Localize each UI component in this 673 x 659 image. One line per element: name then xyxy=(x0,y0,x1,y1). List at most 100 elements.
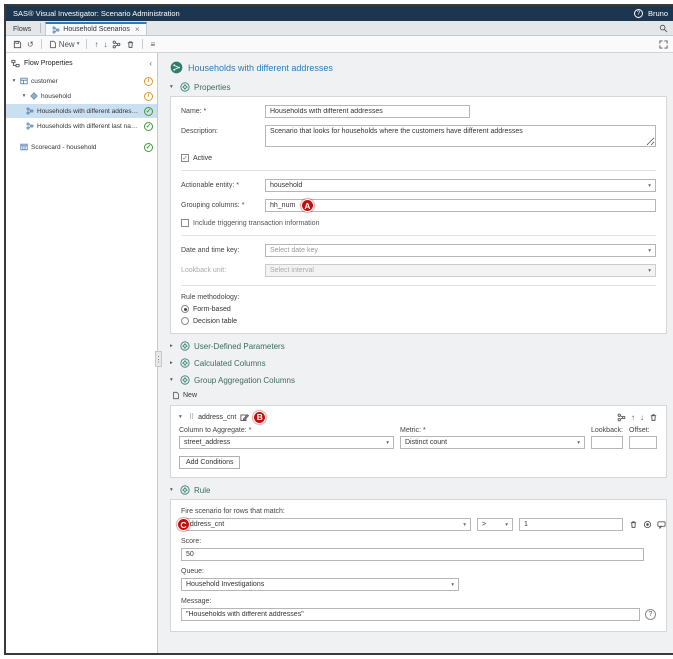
move-down-button[interactable]: ↓ xyxy=(103,40,107,49)
comment-icon[interactable] xyxy=(657,520,666,529)
column-to-aggregate-header: Column to Aggregate: * xyxy=(179,427,394,434)
radio-form-based[interactable]: Form-based xyxy=(181,305,656,313)
active-checkbox[interactable]: ✓ Active xyxy=(181,154,656,162)
chevron-down-icon: ▾ xyxy=(648,183,651,189)
search-icon[interactable] xyxy=(659,24,668,33)
new-document-icon xyxy=(172,391,180,400)
delete-condition-icon[interactable] xyxy=(629,520,638,529)
delete-button[interactable] xyxy=(126,40,135,49)
section-title: User-Defined Parameters xyxy=(194,342,285,351)
tab-household-scenarios[interactable]: Household Scenarios × xyxy=(45,22,146,35)
chevron-down-icon: ▾ xyxy=(648,268,651,274)
section-user-defined-parameters[interactable]: ▸ User-Defined Parameters xyxy=(170,341,667,351)
section-caret-icon: ▾ xyxy=(170,377,176,383)
section-group-aggregation-columns[interactable]: ▾ Group Aggregation Columns xyxy=(170,375,667,385)
message-help-icon[interactable]: ? xyxy=(645,609,656,620)
tree-item-household[interactable]: ▾ household i xyxy=(6,89,157,103)
lookback-input[interactable] xyxy=(591,436,623,449)
selected-value: address_cnt xyxy=(186,521,224,528)
rename-icon[interactable] xyxy=(240,413,249,422)
rule-operator-select[interactable]: > ▾ xyxy=(477,518,513,531)
delete-icon[interactable] xyxy=(649,413,658,422)
message-label: Message: xyxy=(181,598,656,605)
column-to-aggregate-select[interactable]: street_address ▾ xyxy=(179,436,394,449)
expand-caret-icon[interactable]: ▾ xyxy=(11,78,17,84)
tree-item-customer[interactable]: ▾ customer i xyxy=(6,74,157,88)
tree-item-label: household xyxy=(41,93,141,100)
user-name[interactable]: Bruno xyxy=(648,9,668,18)
chevron-down-icon: ▾ xyxy=(386,440,389,446)
expand-caret-icon[interactable]: ▾ xyxy=(21,93,27,99)
section-caret-icon: ▸ xyxy=(170,360,176,366)
section-calculated-columns[interactable]: ▸ Calculated Columns xyxy=(170,358,667,368)
flow-icon[interactable] xyxy=(617,413,626,422)
new-aggregation-label: New xyxy=(183,392,197,399)
selected-value: > xyxy=(482,521,486,528)
score-input[interactable] xyxy=(181,548,644,561)
tab-close-icon[interactable]: × xyxy=(135,25,140,34)
actionable-entity-select[interactable]: household ▾ xyxy=(265,179,656,192)
message-input[interactable] xyxy=(181,608,640,621)
radio-decision-table[interactable]: Decision table xyxy=(181,317,656,325)
flows-menu[interactable]: Flows xyxy=(6,26,40,35)
date-time-key-select[interactable]: Select date key ▾ xyxy=(265,244,656,257)
valid-status-icon: ✓ xyxy=(144,143,153,152)
item-caret-icon[interactable]: ▾ xyxy=(179,414,185,420)
queue-select[interactable]: Household Investigations ▾ xyxy=(181,578,459,591)
form-based-label: Form-based xyxy=(193,306,231,313)
include-triggering-checkbox[interactable]: Include triggering transaction informati… xyxy=(181,219,656,227)
tree-item-households-different-last-names[interactable]: Households with different last names ✓ xyxy=(6,119,157,133)
chevron-down-icon: ▾ xyxy=(451,582,454,588)
add-conditions-button[interactable]: Add Conditions xyxy=(179,456,240,469)
gear-circle-icon xyxy=(180,341,190,351)
new-button[interactable]: New ▾ xyxy=(49,40,80,49)
new-aggregation-button[interactable]: New xyxy=(172,391,197,400)
rule-field-select[interactable]: address_cnt ▾ xyxy=(181,518,471,531)
section-properties[interactable]: ▾ Properties xyxy=(170,82,667,92)
expand-button[interactable] xyxy=(659,40,668,49)
aggregation-item-header[interactable]: ▾ ⠿ address_cnt B ↑ ↓ xyxy=(179,409,658,425)
checkbox-unchecked-icon xyxy=(181,219,189,227)
undo-button[interactable]: ↺ xyxy=(27,40,34,49)
annotation-b-badge: B xyxy=(253,411,266,424)
save-button[interactable] xyxy=(13,40,22,49)
collapse-panel-icon[interactable]: ‹ xyxy=(149,59,152,68)
move-up-button[interactable]: ↑ xyxy=(94,40,98,49)
offset-header: Offset: xyxy=(629,427,657,434)
move-down-icon[interactable]: ↓ xyxy=(640,413,644,422)
entity-diamond-icon xyxy=(30,92,38,100)
aggregation-item-panel: ▾ ⠿ address_cnt B ↑ ↓ xyxy=(170,405,667,478)
description-textarea[interactable]: Scenario that looks for households where… xyxy=(265,125,656,147)
gear-circle-icon xyxy=(180,375,190,385)
list-view-button[interactable]: ≡ xyxy=(150,40,155,49)
queue-label: Queue: xyxy=(181,568,656,575)
app-window: SAS® Visual Investigator: Scenario Admin… xyxy=(4,4,673,655)
divider xyxy=(142,39,143,49)
name-input[interactable] xyxy=(265,105,470,118)
date-time-key-label: Date and time key: xyxy=(181,244,265,254)
flow-view-button[interactable] xyxy=(112,40,121,49)
metric-select[interactable]: Distinct count ▾ xyxy=(400,436,585,449)
divider xyxy=(86,39,87,49)
move-up-icon[interactable]: ↑ xyxy=(631,413,635,422)
drag-handle-icon[interactable]: ⠿ xyxy=(189,413,194,421)
section-rule[interactable]: ▾ Rule xyxy=(170,485,667,495)
rule-value-input[interactable] xyxy=(519,518,623,531)
tree-item-scorecard-household[interactable]: Scorecard - household ✓ xyxy=(6,140,157,154)
grouping-columns-input[interactable] xyxy=(265,199,656,212)
section-caret-icon: ▾ xyxy=(170,84,176,90)
help-icon[interactable]: ? xyxy=(634,9,643,18)
section-caret-icon: ▾ xyxy=(170,487,176,493)
offset-input[interactable] xyxy=(629,436,657,449)
gear-circle-icon xyxy=(180,358,190,368)
panel-title: Flow Properties xyxy=(24,60,73,67)
checkbox-checked-icon: ✓ xyxy=(181,154,189,162)
aggregation-column-headers: Column to Aggregate: * Metric: * Lookbac… xyxy=(179,427,658,434)
panel-splitter[interactable]: ⋮ xyxy=(155,351,162,367)
body: ⋮ Flow Properties ‹ ▾ customer i ▾ xyxy=(6,53,673,653)
tab-label: Household Scenarios xyxy=(63,26,130,33)
annotation-a-badge: A xyxy=(301,199,314,212)
disable-rule-icon[interactable] xyxy=(643,520,652,529)
include-triggering-label: Include triggering transaction informati… xyxy=(193,220,319,227)
tree-item-households-different-addresses[interactable]: Households with different addresses ✓ xyxy=(6,104,157,118)
